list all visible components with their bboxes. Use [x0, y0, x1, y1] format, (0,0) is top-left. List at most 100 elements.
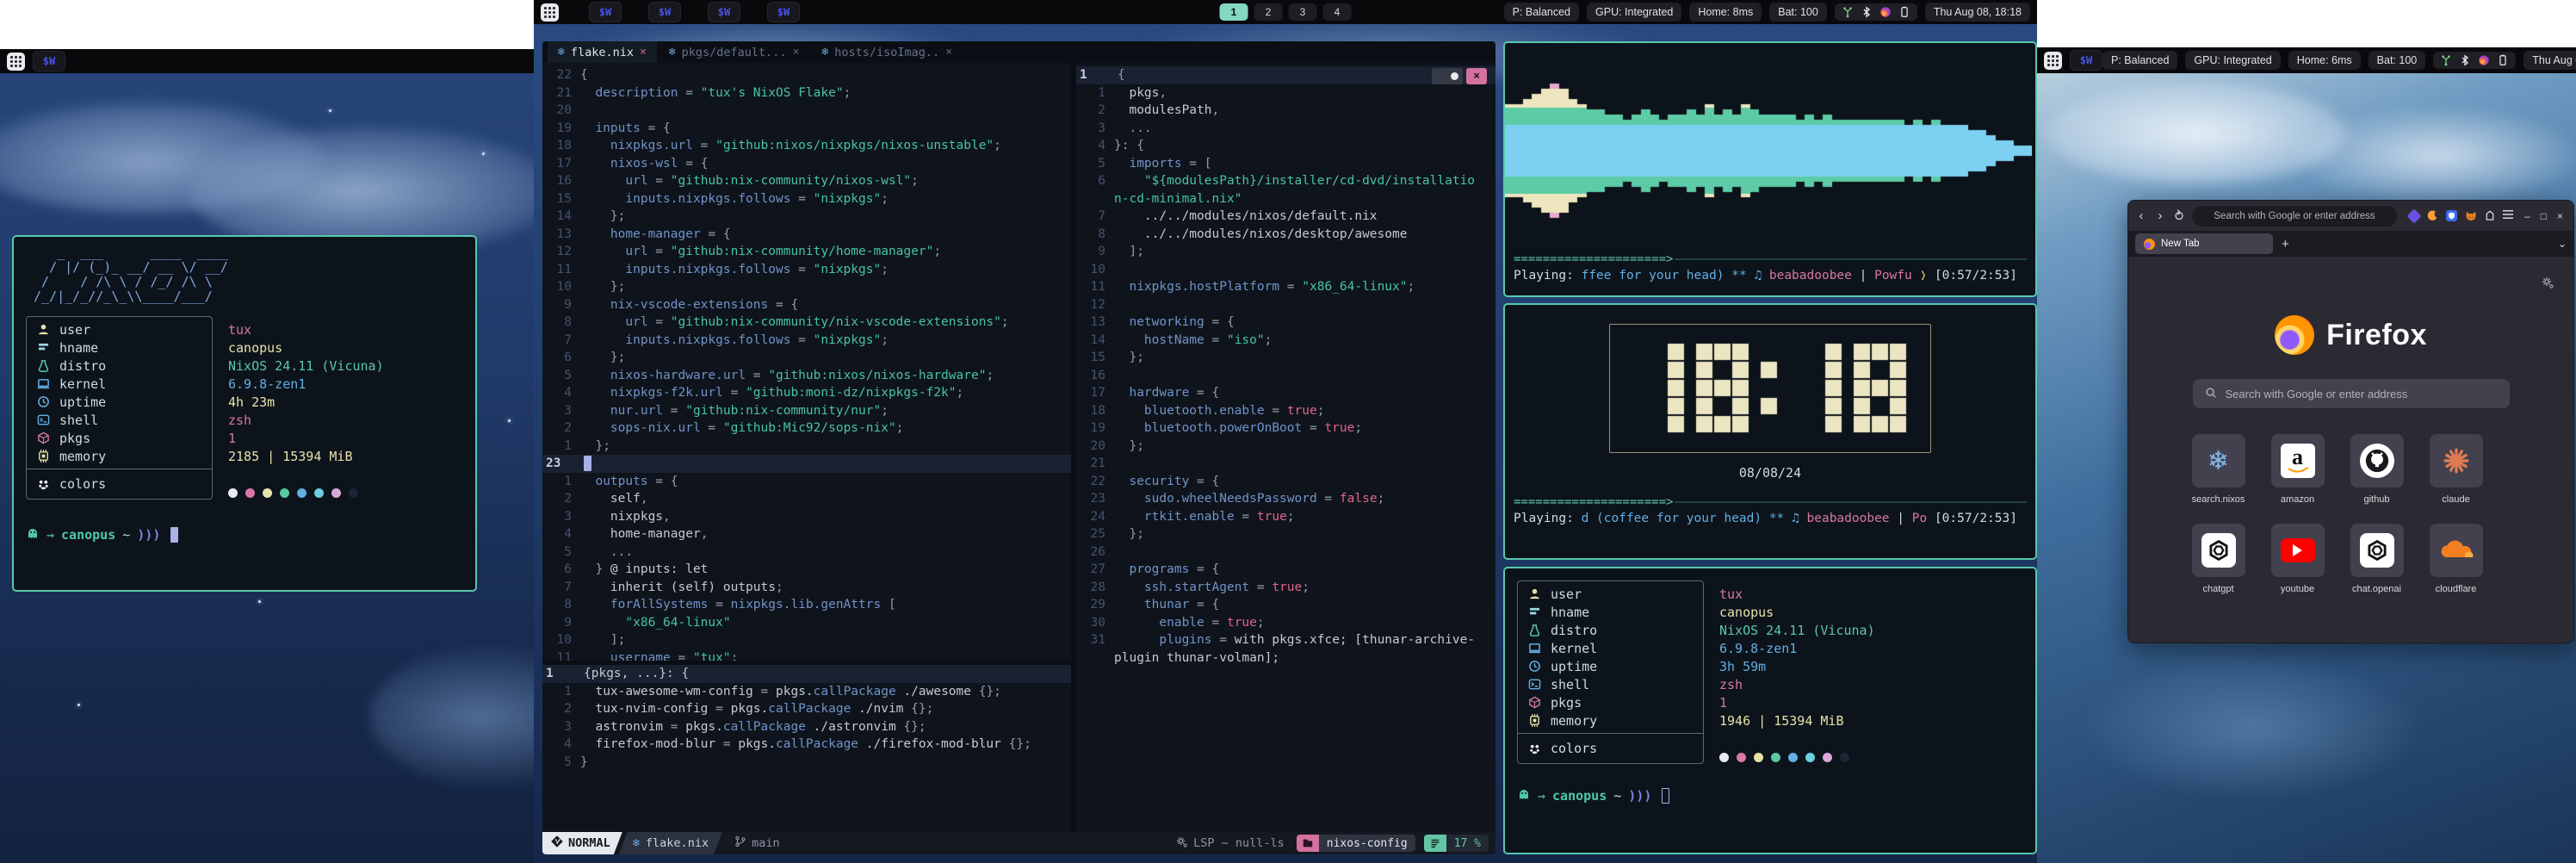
firefox-window[interactable]: ‹ › ⥁ Search with Google or enter addres…	[2127, 200, 2574, 643]
forward-button[interactable]: ›	[2154, 208, 2166, 223]
wezterm-taskbar-icon[interactable]: $W	[648, 2, 681, 22]
tab-close-icon[interactable]: ×	[793, 46, 800, 59]
fastfetch-row: shell	[35, 411, 203, 429]
shortcut-claude[interactable]: claude	[2429, 434, 2484, 505]
new-tab-button[interactable]: +	[2282, 237, 2289, 251]
reload-button[interactable]: ⥁	[2173, 208, 2185, 224]
network-icon[interactable]	[2440, 54, 2452, 66]
bluetooth-icon[interactable]	[2459, 54, 2471, 66]
bar-clock[interactable]: Thu Aug 08, 18:39	[2523, 51, 2576, 70]
code-line: 8 forAllSystems = nixpkgs.lib.genAttrs [	[542, 596, 1071, 614]
shortcut-github[interactable]: github	[2350, 434, 2405, 505]
extension-icon-diamond[interactable]	[2409, 211, 2419, 221]
close-button[interactable]: ×	[2557, 210, 2563, 222]
code-line: 15 inputs.nixpkgs.follows = "nixpkgs";	[542, 190, 1071, 208]
shortcut-grid: ❄search.nixos aamazon github claude chatgpt y…	[2191, 434, 2511, 594]
code-line: 7 inputs.nixpkgs.follows = "nixpkgs";	[542, 332, 1071, 350]
shortcut-chatgpt[interactable]: chatgpt	[2191, 524, 2246, 594]
fastfetch-row: memory	[1526, 711, 1694, 730]
editor-horizontal-split[interactable]	[542, 661, 1071, 665]
network-icon[interactable]	[1842, 6, 1854, 18]
code-line: 13 networking = {	[1076, 314, 1495, 332]
bar-module[interactable]: P: Balanced	[2102, 51, 2177, 70]
search-input[interactable]: Search with Google or enter address	[2193, 379, 2510, 408]
terminal-cava[interactable]: =====================> Playing: ffee for…	[1503, 41, 2037, 297]
maximize-button[interactable]: □	[2541, 210, 2547, 222]
shortcut-search.nixos[interactable]: ❄search.nixos	[2191, 434, 2246, 505]
editor-tab-pkgs-default-[interactable]: ❄pkgs/default...×	[659, 41, 810, 63]
bar-module[interactable]: GPU: Integrated	[1587, 3, 1681, 22]
wezterm-taskbar-icon[interactable]: $W	[767, 2, 800, 22]
wezterm-taskbar-icon[interactable]: $W	[708, 2, 740, 22]
bar-module[interactable]: Bat: 100	[1769, 3, 1827, 22]
bluetooth-icon[interactable]	[1861, 6, 1873, 18]
code-line: 14 hostName = "iso";	[1076, 332, 1495, 350]
workspace-2[interactable]: 2	[1254, 3, 1283, 21]
code-line: 12 url = "github:nix-community/home-mana…	[542, 243, 1071, 261]
shortcut-label: github	[2364, 494, 2390, 505]
editor-tab-flake-nix[interactable]: ❄flake.nix×	[548, 41, 657, 63]
editor-vertical-split[interactable]	[1071, 63, 1076, 832]
palette-icon	[35, 478, 51, 491]
media-icon[interactable]	[2478, 54, 2490, 66]
shell-prompt[interactable]: → canopus ~ )))	[26, 526, 463, 543]
extension-icon-metamask[interactable]	[2465, 210, 2477, 221]
now-playing-text: Playing: ffee for your head) ** ♫ beabad…	[1505, 267, 2035, 284]
ghost-icon	[26, 526, 40, 543]
shell-prompt[interactable]: → canopus ~ )))	[1517, 787, 2023, 804]
lines-icon	[1424, 835, 1446, 852]
code-line: 1 outputs = {	[542, 473, 1071, 491]
terminal-fastfetch-left[interactable]: _ ___ ____ ____ / |/ (_)_ __/ __ \/ __/ …	[12, 235, 477, 592]
editor-pane-flake[interactable]: 22{21 description = "tux's NixOS Flake";…	[542, 66, 1071, 661]
app-launcher-icon[interactable]	[7, 53, 25, 71]
media-icon[interactable]	[1879, 6, 1892, 18]
pane-close-button[interactable]: ×	[1466, 68, 1487, 84]
chevron-down-icon[interactable]: ⌄	[2558, 238, 2567, 250]
gear-icon[interactable]	[2541, 276, 2554, 294]
bar-module[interactable]: Home: 6ms	[2288, 51, 2361, 70]
editor-pane-default[interactable]: 1{pkgs, ...}: {1 tux-awesome-wm-config =…	[542, 665, 1071, 847]
shortcut-amazon[interactable]: aamazon	[2270, 434, 2325, 505]
url-bar[interactable]: Search with Google or enter address	[2192, 206, 2397, 227]
shortcut-youtube[interactable]: youtube	[2270, 524, 2325, 594]
app-launcher-icon[interactable]	[2044, 52, 2062, 70]
extension-icon-darkreader[interactable]	[2427, 210, 2438, 221]
tab-new-tab[interactable]: New Tab	[2135, 233, 2273, 254]
extension-icon-shield[interactable]	[2446, 210, 2457, 221]
tab-close-icon[interactable]: ×	[945, 46, 952, 59]
editor-pane-iso[interactable]: 1{1 pkgs,2 modulesPath,3 ...4}: {5 impor…	[1076, 66, 1495, 847]
app-launcher-icon[interactable]	[541, 3, 559, 22]
editor-tab-hosts-isoImag-[interactable]: ❄hosts/isoImag..×	[811, 41, 963, 63]
bar-module[interactable]: Home: 8ms	[1689, 3, 1762, 22]
amazon-icon: a	[2271, 434, 2325, 487]
pane-toggle-button[interactable]	[1432, 68, 1463, 84]
workspace-3[interactable]: 3	[1289, 3, 1317, 21]
code-line: 20 };	[1076, 438, 1495, 456]
bar-clock[interactable]: Thu Aug 08, 18:18	[1925, 3, 2030, 22]
bar-module[interactable]: Bat: 100	[2369, 51, 2426, 70]
back-button[interactable]: ‹	[2135, 208, 2147, 223]
shortcut-chat.openai[interactable]: chat.openai	[2350, 524, 2405, 594]
code-line: 5 imports = [	[1076, 155, 1495, 173]
workspace-4[interactable]: 4	[1323, 3, 1352, 21]
battery-icon[interactable]	[1898, 6, 1910, 18]
neovim-window[interactable]: ❄flake.nix×❄pkgs/default...×❄hosts/isoIm…	[542, 41, 1495, 854]
extension-icon-home[interactable]	[2485, 210, 2495, 221]
bar-module[interactable]: P: Balanced	[1504, 3, 1579, 22]
code-line: 25 };	[1076, 525, 1495, 543]
nixos-ascii-logo: _ ___ ____ ____ / |/ (_)_ __/ __ \/ __/ …	[26, 245, 463, 304]
shortcut-cloudflare[interactable]: cloudflare	[2429, 524, 2484, 594]
terminal-fastfetch-right[interactable]: userhnamedistrokerneluptimeshellpkgsmemo…	[1503, 567, 2037, 854]
tab-close-icon[interactable]: ×	[640, 46, 647, 59]
nix-file-icon: ❄	[821, 46, 828, 59]
desktop-screenshot: $W _ ___ ____ ____ / |/ (_)_ __/ __ \/ _…	[0, 0, 2576, 863]
wezterm-taskbar-icon[interactable]: $W	[2070, 50, 2102, 71]
battery-icon[interactable]	[2497, 54, 2509, 66]
terminal-clock[interactable]: 08/08/24 =====================> Playing:…	[1503, 303, 2037, 560]
bar-module[interactable]: GPU: Integrated	[2185, 51, 2280, 70]
minimize-button[interactable]: –	[2524, 210, 2530, 222]
wezterm-taskbar-icon[interactable]: $W	[33, 51, 65, 71]
menu-icon[interactable]	[2502, 209, 2514, 222]
workspace-1[interactable]: 1	[1220, 3, 1248, 21]
wezterm-taskbar-icon[interactable]: $W	[589, 2, 622, 22]
